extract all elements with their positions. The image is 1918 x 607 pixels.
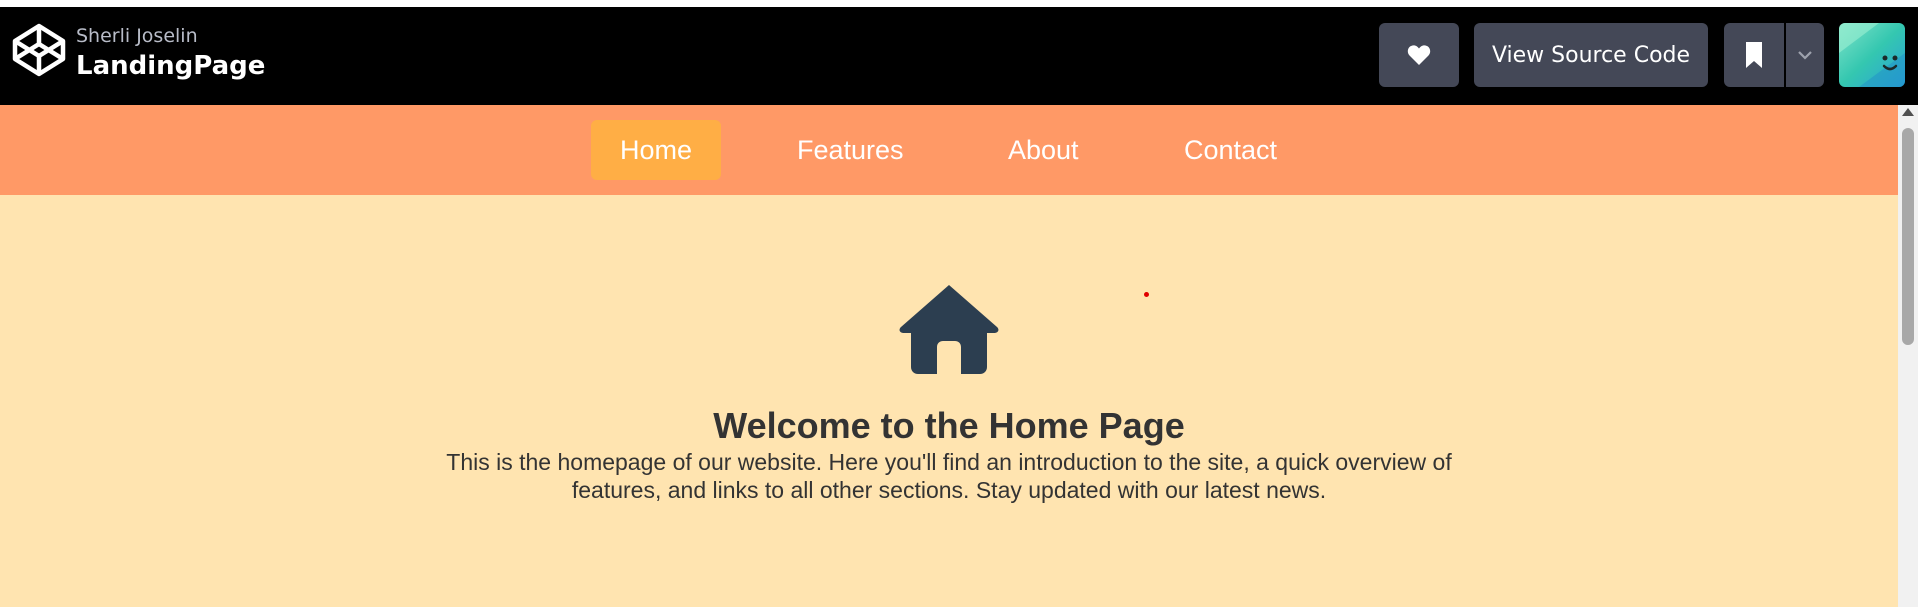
preview-frame: Home Features About Contact Welcome to t… — [0, 105, 1918, 607]
like-button[interactable] — [1379, 23, 1459, 87]
nav-contact[interactable]: Contact — [1154, 120, 1307, 180]
chevron-down-icon — [1798, 51, 1812, 60]
vertical-scrollbar[interactable] — [1898, 105, 1918, 607]
home-icon — [899, 285, 999, 374]
view-source-button[interactable]: View Source Code — [1474, 23, 1708, 87]
cursor-marker — [1144, 292, 1149, 297]
scroll-up-arrow-icon[interactable] — [1902, 108, 1914, 116]
nav-about[interactable]: About — [978, 120, 1109, 180]
page-heading: Welcome to the Home Page — [713, 405, 1185, 446]
user-avatar[interactable] — [1839, 23, 1905, 87]
heart-icon — [1407, 45, 1431, 65]
bookmark-menu-button[interactable] — [1786, 23, 1824, 87]
home-section: Welcome to the Home Page This is the hom… — [0, 195, 1898, 607]
codepen-header: Sherli Joselin LandingPage View Source C… — [0, 7, 1918, 105]
page-description: This is the homepage of our website. Her… — [446, 449, 1452, 503]
site-nav: Home Features About Contact — [0, 105, 1898, 195]
scrollbar-thumb[interactable] — [1902, 128, 1914, 345]
bookmark-button[interactable] — [1724, 23, 1784, 87]
nav-features[interactable]: Features — [767, 120, 934, 180]
bookmark-icon — [1746, 42, 1762, 68]
pen-title: LandingPage — [76, 51, 266, 81]
nav-home[interactable]: Home — [591, 120, 721, 180]
author-name[interactable]: Sherli Joselin — [76, 25, 198, 47]
codepen-logo-icon[interactable] — [11, 22, 67, 78]
